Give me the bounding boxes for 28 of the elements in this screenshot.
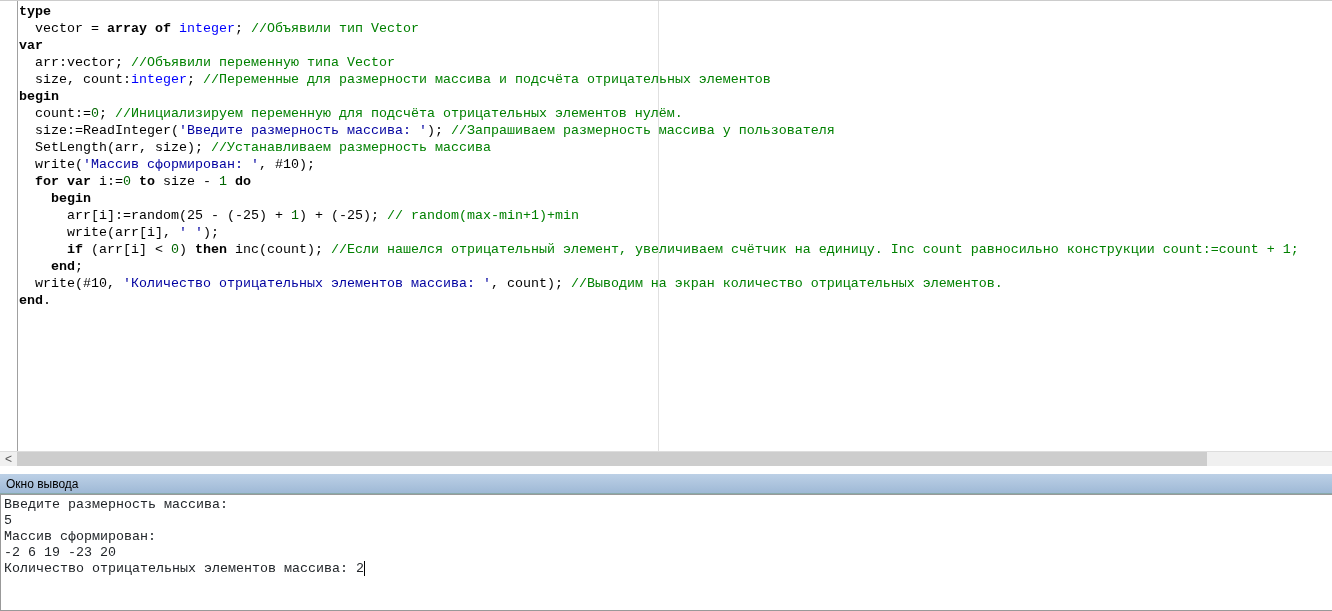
output-area[interactable]: Введите размерность массива: 5 Массив сформирован: -2 6 19 -23 20 Количество отрицательных элементов массива: 2 [0,494,1332,611]
code-line: write(#10, 'Количество отрицательных элементов массива: ', count); //Выводим на экран количество отрицательных элементов. [34,275,1004,292]
scrollbar-thumb[interactable] [17,452,1207,466]
output-line: -2 6 19 -23 20 [4,545,116,560]
code-line: begin [50,190,92,207]
code-line: arr:vector; //Объявили переменную типа Vector [34,54,396,71]
code-line: arr[i]:=random(25 - (-25) + 1) + (-25); // random(max-min+1)+min [66,207,580,224]
code-line: SetLength(arr, size); //Устанавливаем размерность массива [34,139,492,156]
code-line: write(arr[i], ' '); [66,224,220,241]
code-line: size, count:integer; //Переменные для размерности массива и подсчёта отрицательных элементов [34,71,772,88]
code-line: vector = array of integer; //Объявили тип Vector [34,20,420,37]
output-window-title: Окно вывода [0,474,1332,494]
code-line: end. [18,292,52,309]
code-line: write('Массив сформирован: ', #10); [34,156,316,173]
output-line: Введите размерность массива: [4,497,228,512]
code-line: for var i:=0 to size - 1 do [34,173,252,190]
code-line: type [18,3,52,20]
code-line: count:=0; //Инициализируем переменную для подсчёта отрицательных элементов нулём. [34,105,684,122]
text-cursor [363,561,365,576]
output-line: Количество отрицательных элементов массива: 2 [4,561,364,576]
output-line: Массив сформирован: [4,529,156,544]
code-line: begin [18,88,60,105]
code-line: if (arr[i] < 0) then inc(count); //Если нашелся отрицательный элемент, увеличиваем счётчик на единицу. Inc count равносильно конструкции count:=count + 1; [66,241,1300,258]
horizontal-scrollbar[interactable]: < [0,451,1332,466]
code-line: var [18,37,44,54]
code-line: end; [50,258,84,275]
code-line: size:=ReadInteger('Введите размерность массива: '); //Запрашиваем размерность массива у пользователя [34,122,836,139]
output-line: 5 [4,513,12,528]
